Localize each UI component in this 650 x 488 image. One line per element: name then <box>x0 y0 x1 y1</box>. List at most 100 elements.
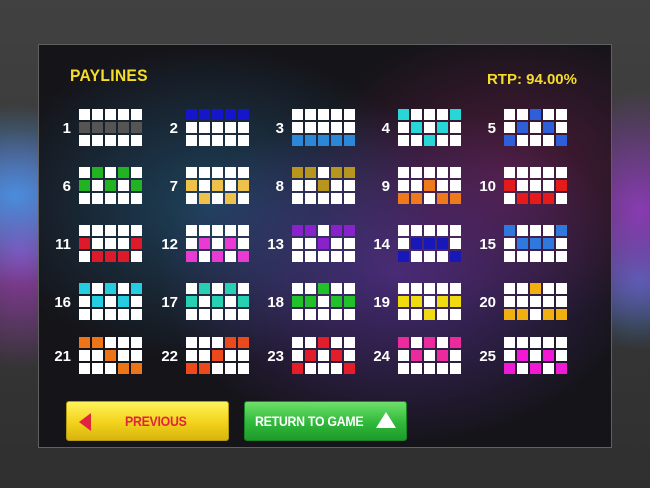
pattern-cell <box>79 363 90 374</box>
payline-pattern <box>186 225 249 262</box>
pattern-cell <box>344 283 355 294</box>
pattern-cell <box>530 251 541 262</box>
pattern-cell <box>344 296 355 307</box>
pattern-cell <box>212 193 223 204</box>
pattern-cell <box>344 109 355 120</box>
pattern-cell <box>225 309 236 320</box>
pattern-cell <box>411 135 422 146</box>
payline-number: 23 <box>267 348 284 365</box>
pattern-cell <box>556 309 567 320</box>
pattern-cell <box>225 135 236 146</box>
pattern-cell <box>411 180 422 191</box>
pattern-cell <box>186 251 197 262</box>
return-to-game-button[interactable]: RETURN TO GAME <box>244 401 407 441</box>
pattern-cell <box>131 109 142 120</box>
pattern-cell <box>530 180 541 191</box>
pattern-cell <box>504 180 515 191</box>
pattern-cell <box>292 350 303 361</box>
pattern-cell <box>398 109 409 120</box>
pattern-cell <box>212 167 223 178</box>
pattern-cell <box>543 283 554 294</box>
pattern-cell <box>437 309 448 320</box>
pattern-cell <box>437 193 448 204</box>
payline-item: 4 <box>360 109 470 149</box>
pattern-cell <box>318 122 329 133</box>
payline-pattern <box>292 109 355 146</box>
pattern-cell <box>504 309 515 320</box>
pattern-cell <box>450 238 461 249</box>
pattern-cell <box>92 180 103 191</box>
payline-pattern <box>504 283 567 320</box>
payline-item: 15 <box>466 225 576 265</box>
pattern-cell <box>318 135 329 146</box>
pattern-cell <box>398 337 409 348</box>
pattern-cell <box>437 238 448 249</box>
pattern-cell <box>186 337 197 348</box>
pattern-cell <box>411 238 422 249</box>
paylines-panel: PAYLINES RTP: 94.00% 1 2 3 4 5 6 7 8 9 10 11 12 13 14… <box>38 44 612 448</box>
pattern-cell <box>331 135 342 146</box>
payline-item: 9 <box>360 167 470 207</box>
pattern-cell <box>556 225 567 236</box>
pattern-cell <box>450 337 461 348</box>
payline-item: 5 <box>466 109 576 149</box>
pattern-cell <box>186 167 197 178</box>
pattern-cell <box>530 122 541 133</box>
pattern-cell <box>517 363 528 374</box>
payline-number: 14 <box>373 236 390 253</box>
pattern-cell <box>79 337 90 348</box>
pattern-cell <box>238 167 249 178</box>
payline-pattern <box>398 283 461 320</box>
pattern-cell <box>504 238 515 249</box>
pattern-cell <box>79 225 90 236</box>
pattern-cell <box>199 363 210 374</box>
previous-button[interactable]: PREVIOUS <box>66 401 229 441</box>
pattern-cell <box>424 283 435 294</box>
pattern-cell <box>225 180 236 191</box>
payline-item: 2 <box>148 109 258 149</box>
pattern-cell <box>424 337 435 348</box>
pattern-cell <box>437 180 448 191</box>
pattern-cell <box>118 350 129 361</box>
pattern-cell <box>344 193 355 204</box>
pattern-cell <box>450 109 461 120</box>
pattern-cell <box>131 180 142 191</box>
pattern-cell <box>79 238 90 249</box>
payline-number: 15 <box>479 236 496 253</box>
payline-pattern <box>79 225 142 262</box>
pattern-cell <box>118 363 129 374</box>
payline-item: 22 <box>148 337 258 377</box>
return-to-game-button-label: RETURN TO GAME <box>255 413 364 429</box>
pattern-cell <box>424 122 435 133</box>
payline-pattern <box>504 167 567 204</box>
pattern-cell <box>305 193 316 204</box>
pattern-cell <box>344 350 355 361</box>
pattern-cell <box>225 225 236 236</box>
pattern-cell <box>517 180 528 191</box>
pattern-cell <box>318 350 329 361</box>
pattern-cell <box>212 309 223 320</box>
payline-pattern <box>79 109 142 146</box>
pattern-cell <box>331 363 342 374</box>
payline-pattern <box>79 337 142 374</box>
pattern-cell <box>318 337 329 348</box>
rtp-label: RTP: 94.00% <box>486 71 577 88</box>
pattern-cell <box>199 193 210 204</box>
pattern-cell <box>344 251 355 262</box>
payline-number: 20 <box>479 294 496 311</box>
pattern-cell <box>424 238 435 249</box>
pattern-cell <box>450 363 461 374</box>
pattern-cell <box>331 238 342 249</box>
pattern-cell <box>199 296 210 307</box>
pattern-cell <box>504 251 515 262</box>
pattern-cell <box>504 135 515 146</box>
pattern-cell <box>398 251 409 262</box>
payline-pattern <box>398 167 461 204</box>
payline-number: 4 <box>381 120 390 137</box>
pattern-cell <box>199 122 210 133</box>
pattern-cell <box>292 225 303 236</box>
pattern-cell <box>225 350 236 361</box>
pattern-cell <box>305 122 316 133</box>
pattern-cell <box>556 350 567 361</box>
pattern-cell <box>118 309 129 320</box>
